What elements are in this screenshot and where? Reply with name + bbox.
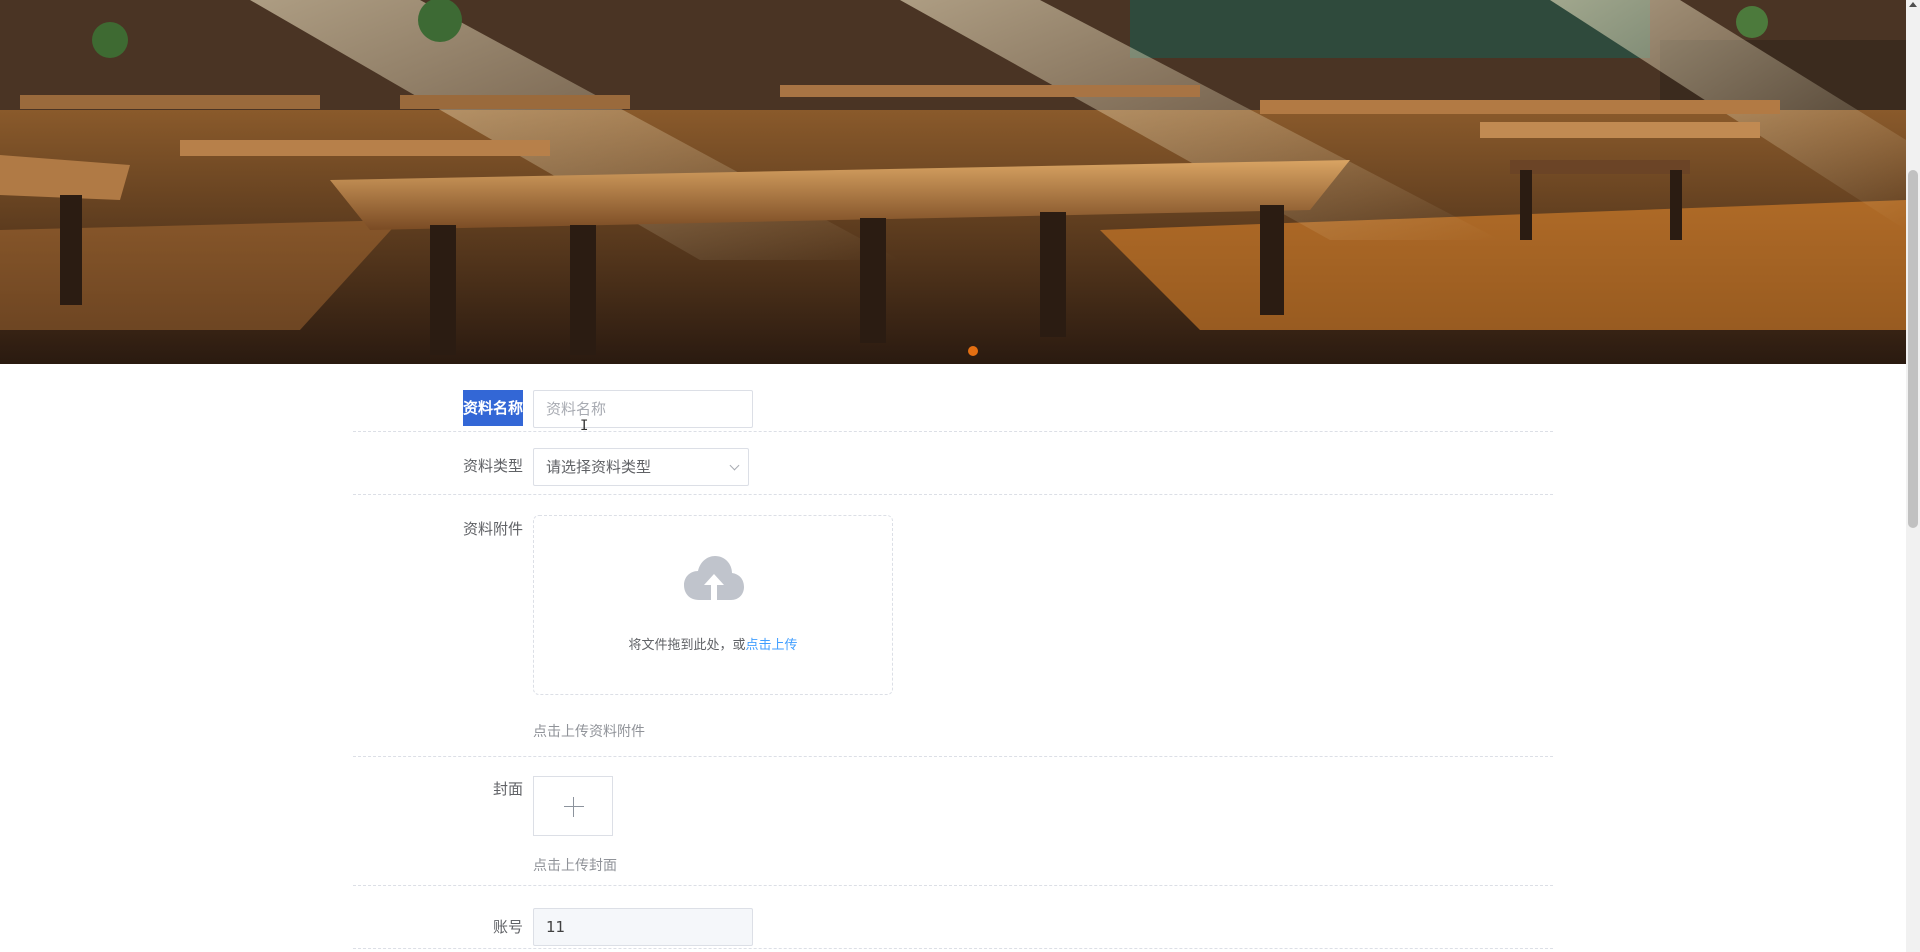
attachment-label: 资料附件: [462, 520, 523, 538]
banner-image: [0, 0, 1906, 364]
form-row-account: 账号 11: [353, 886, 1553, 949]
plus-icon-vertical: [573, 797, 574, 817]
carousel-dot-active[interactable]: [968, 346, 978, 356]
page: 资料名称 资料名称 资料类型 请选择资料类型 资料附件 将文件拖到此处，或点击上…: [0, 0, 1920, 952]
form-row-name: 资料名称 资料名称: [353, 364, 1553, 432]
account-input[interactable]: 11: [533, 908, 753, 946]
form-row-cover: 封面 点击上传封面: [353, 757, 1553, 886]
banner-carousel[interactable]: [0, 0, 1906, 364]
type-label: 资料类型: [462, 457, 523, 475]
form-row-type: 资料类型 请选择资料类型: [353, 432, 1553, 495]
carousel-indicators: [0, 346, 1906, 356]
scrollbar-thumb[interactable]: [1908, 170, 1918, 528]
name-label: 资料名称: [353, 390, 523, 426]
chevron-down-icon: [729, 460, 740, 471]
account-label: 账号: [492, 918, 523, 936]
upload-drag-text: 将文件拖到此处，或: [628, 638, 746, 653]
name-label-text: 资料名称: [462, 390, 523, 426]
page-scrollbar[interactable]: [1906, 0, 1920, 952]
plus-icon: [564, 806, 584, 807]
upload-dragger[interactable]: 将文件拖到此处，或点击上传: [533, 515, 893, 695]
type-select[interactable]: 请选择资料类型: [533, 448, 749, 486]
material-form: 资料名称 资料名称 资料类型 请选择资料类型 资料附件 将文件拖到此处，或点击上…: [353, 364, 1553, 949]
cover-upload-button[interactable]: [533, 776, 613, 836]
upload-cloud-icon: [684, 556, 744, 600]
type-select-placeholder: 请选择资料类型: [546, 458, 652, 476]
attachment-tip: 点击上传资料附件: [533, 724, 645, 740]
text-cursor-icon: I: [580, 418, 589, 434]
cover-label: 封面: [492, 780, 523, 798]
form-row-attachment: 资料附件 将文件拖到此处，或点击上传 点击上传资料附件: [353, 495, 1553, 757]
upload-text: 将文件拖到此处，或点击上传: [534, 634, 892, 653]
upload-link[interactable]: 点击上传: [746, 638, 798, 653]
cover-tip: 点击上传封面: [533, 858, 617, 874]
name-input[interactable]: 资料名称: [533, 390, 753, 428]
scroll-up-arrow-icon[interactable]: [1909, 2, 1917, 7]
